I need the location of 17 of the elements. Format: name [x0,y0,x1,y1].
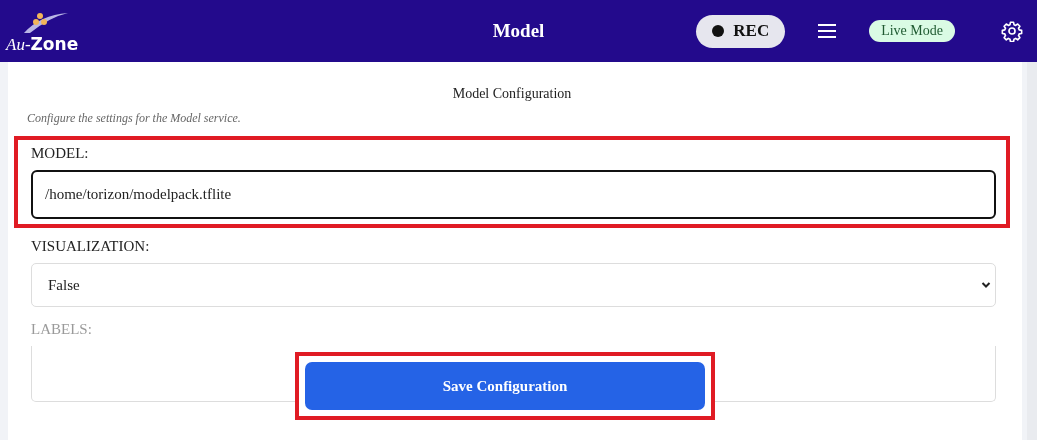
settings-icon[interactable] [1001,20,1023,42]
field-label: VISUALIZATION: [31,238,151,255]
save-button[interactable]: Save Configuration [305,362,705,410]
scrollbar[interactable] [1027,62,1037,440]
record-button[interactable]: REC [696,14,786,48]
page-title: Model [492,20,545,42]
logo-text: Au-Zone [6,34,79,54]
field-label: MODEL: [31,145,90,162]
description: Configure the settings for the Model service. [27,111,242,126]
chevron-down-icon [981,281,991,289]
field-label: LABELS: [31,321,93,338]
mode-badge: Live Mode [869,20,955,42]
record-dot-icon [712,25,725,37]
menu-icon[interactable] [817,23,838,39]
section-title: Model Configuration [451,86,573,102]
dropdown[interactable]: False [31,263,996,307]
input-field[interactable]: /home/torizon/modelpack.tflite [31,170,996,219]
